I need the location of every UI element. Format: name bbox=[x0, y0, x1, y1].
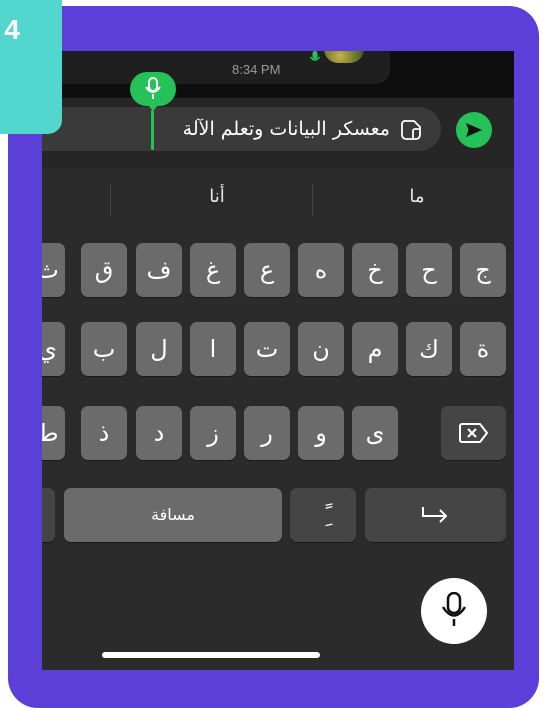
step-number: 4 bbox=[4, 14, 20, 45]
key[interactable]: ر bbox=[244, 406, 290, 460]
key[interactable]: ح bbox=[406, 243, 452, 297]
dictation-mic-button[interactable] bbox=[421, 578, 487, 644]
key[interactable]: ب bbox=[81, 322, 127, 376]
space-key[interactable]: مسافة bbox=[64, 488, 282, 542]
step-badge: 4 bbox=[0, 0, 62, 134]
backspace-key[interactable] bbox=[441, 406, 506, 460]
key[interactable]: ع bbox=[244, 243, 290, 297]
mode-switch-key[interactable] bbox=[42, 488, 55, 542]
return-key[interactable] bbox=[365, 488, 506, 542]
suggestion-divider bbox=[312, 184, 313, 216]
message-input-row: معسكر البيانات وتعلم الآلة bbox=[42, 98, 514, 168]
key[interactable]: و bbox=[298, 406, 344, 460]
diacritic-key[interactable]: ًِ bbox=[290, 488, 356, 542]
suggestion-item[interactable]: ما bbox=[392, 186, 442, 207]
phone-screen: 8:34 PM معسكر البيانات وتعلم الآلة أنا م… bbox=[42, 51, 514, 670]
voice-message-bubble[interactable]: 8:34 PM bbox=[42, 51, 390, 84]
key[interactable]: ز bbox=[190, 406, 236, 460]
key[interactable]: ي bbox=[42, 322, 65, 376]
key[interactable]: خ bbox=[352, 243, 398, 297]
key[interactable]: ت bbox=[244, 322, 290, 376]
suggestion-bar: أنا ما bbox=[42, 168, 514, 232]
key[interactable]: ق bbox=[81, 243, 127, 297]
message-time: 8:34 PM bbox=[232, 62, 281, 77]
key[interactable]: ا bbox=[190, 322, 236, 376]
message-input-text[interactable]: معسكر البيانات وتعلم الآلة bbox=[150, 118, 390, 140]
home-indicator bbox=[102, 652, 320, 658]
chat-area: 8:34 PM bbox=[42, 51, 514, 98]
key[interactable]: ن bbox=[298, 322, 344, 376]
key[interactable]: ط bbox=[42, 406, 65, 460]
key[interactable]: م bbox=[352, 322, 398, 376]
send-button[interactable] bbox=[456, 112, 492, 148]
key[interactable]: ه bbox=[298, 243, 344, 297]
key[interactable]: د bbox=[136, 406, 182, 460]
send-icon bbox=[466, 123, 482, 137]
suggestion-divider bbox=[110, 184, 111, 216]
key[interactable]: ك bbox=[406, 322, 452, 376]
key[interactable]: ذ bbox=[81, 406, 127, 460]
key[interactable]: ج bbox=[460, 243, 506, 297]
key[interactable]: ة bbox=[460, 322, 506, 376]
backspace-icon bbox=[459, 423, 488, 443]
key[interactable]: ف bbox=[136, 243, 182, 297]
arabic-keyboard: أنا ما ث ق ف غ ع ه خ ح ج ي ب ل ا ت ن م ك… bbox=[42, 168, 514, 670]
sticker-icon[interactable] bbox=[399, 118, 423, 142]
suggestion-item[interactable]: أنا bbox=[192, 186, 242, 207]
voice-note-mic-icon bbox=[309, 51, 321, 61]
dictation-mic-indicator bbox=[130, 72, 176, 111]
return-arrow-icon bbox=[422, 507, 447, 523]
mic-icon bbox=[145, 77, 161, 99]
key[interactable]: ث bbox=[42, 243, 65, 297]
key[interactable]: ل bbox=[136, 322, 182, 376]
key[interactable]: ى bbox=[352, 406, 398, 460]
contact-avatar[interactable] bbox=[324, 51, 364, 63]
key[interactable]: غ bbox=[190, 243, 236, 297]
mic-icon bbox=[442, 592, 466, 626]
